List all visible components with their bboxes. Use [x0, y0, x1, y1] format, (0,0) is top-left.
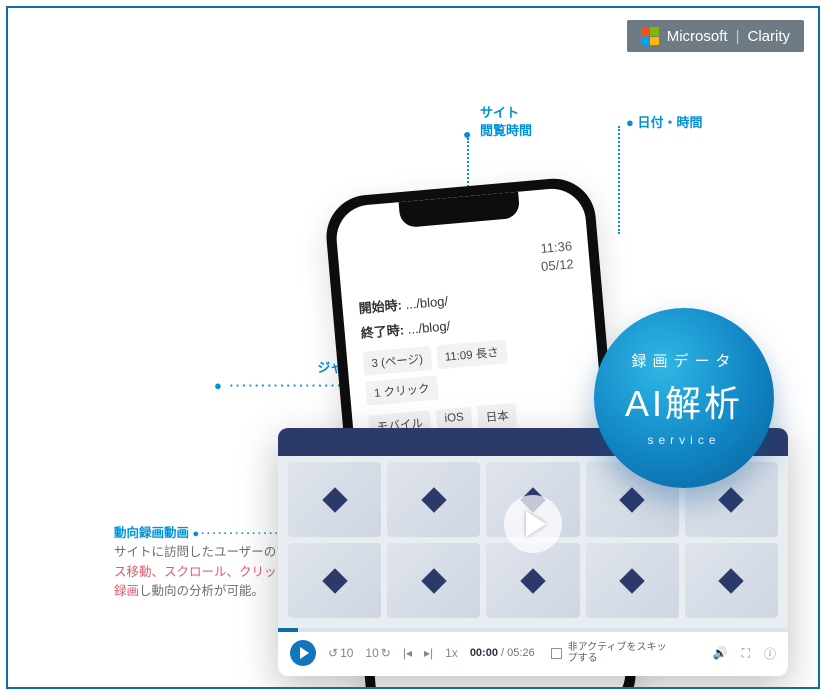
- play-icon: [300, 647, 309, 659]
- progress-bar[interactable]: [278, 628, 788, 632]
- player-controls: ↺10 10↻ |◂ ▸| 1x 00:00 / 05:26 非アクティブをスキ…: [278, 632, 788, 676]
- progress-fill: [278, 628, 298, 632]
- player-thumb: [387, 543, 480, 618]
- anno-recording: 動向録画動画 ●··············· サイトに訪問したユーザーのマウス…: [114, 524, 304, 602]
- next-button[interactable]: ▸|: [424, 646, 433, 660]
- ai-badge: 録画データ AI解析 service: [594, 308, 774, 488]
- time-current: 00:00: [470, 647, 498, 659]
- volume-button[interactable]: 🔊: [713, 646, 728, 660]
- brand-separator: |: [736, 28, 740, 45]
- play-overlay-button[interactable]: [504, 495, 562, 553]
- phone-end-value: .../blog/: [407, 318, 451, 337]
- phone-date: 05/12: [540, 255, 574, 276]
- ai-badge-line1: 録画データ: [631, 350, 736, 371]
- time-display: 00:00 / 05:26: [470, 647, 535, 659]
- player-thumb: [586, 543, 679, 618]
- phone-session-rows: 開始時: .../blog/ 終了時: .../blog/ 3 (ページ) 11…: [358, 279, 588, 439]
- info-button[interactable]: ⓘ: [764, 645, 776, 662]
- ai-badge-line2: AI解析: [625, 375, 743, 427]
- play-button[interactable]: [290, 640, 316, 666]
- anno-datetime-text: 日付・時間: [637, 115, 702, 130]
- leader-recording: ●···············: [193, 526, 287, 543]
- anno-site-time: サイト 閲覧時間: [480, 104, 532, 139]
- rewind-button[interactable]: ↺10: [328, 646, 353, 660]
- player-thumb: [288, 543, 381, 618]
- microsoft-logo-icon: [641, 27, 659, 45]
- anno-recording-post: し動向の分析が可能。: [139, 584, 264, 598]
- chip-length: 11:09 長さ: [436, 339, 508, 369]
- anno-recording-pre: サイトに訪問したユーザーの: [114, 545, 276, 559]
- brand-company: Microsoft: [667, 28, 728, 45]
- player-thumb: [288, 462, 381, 537]
- anno-datetime: ● 日付・時間: [626, 114, 703, 132]
- phone-end-label: 終了時:: [360, 322, 404, 341]
- leader-datetime: [618, 126, 620, 234]
- outer-frame: Microsoft | Clarity サイト 閲覧時間 ● 日付・時間 ● ペ…: [6, 6, 820, 689]
- leader-dot-site: ●: [463, 126, 473, 142]
- phone-notch: [399, 192, 521, 228]
- skip-inactive-label: 非アクティブをスキップする: [568, 642, 668, 665]
- phone-start-label: 開始時:: [358, 297, 402, 316]
- fullscreen-button[interactable]: ⛶: [742, 646, 750, 661]
- chip-pages: 3 (ページ): [362, 346, 431, 376]
- ms-clarity-badge: Microsoft | Clarity: [627, 20, 804, 52]
- rewind-amount: 10: [340, 646, 353, 660]
- skip-inactive-toggle[interactable]: 非アクティブをスキップする: [551, 642, 668, 665]
- prev-button[interactable]: |◂: [403, 646, 412, 660]
- chip-country: 日本: [477, 403, 518, 430]
- brand-product: Clarity: [747, 28, 790, 45]
- phone-chip-row-1: 3 (ページ) 11:09 長さ 1 クリック: [362, 333, 584, 406]
- play-icon: [526, 511, 546, 537]
- phone-start-value: .../blog/: [405, 293, 449, 312]
- phone-datetime: 11:36 05/12: [539, 237, 575, 276]
- player-thumb: [486, 543, 579, 618]
- player-thumb: [387, 462, 480, 537]
- speed-button[interactable]: 1x: [445, 646, 458, 660]
- time-total: 05:26: [507, 647, 535, 659]
- forward-button[interactable]: 10↻: [365, 646, 390, 660]
- player-thumb: [685, 543, 778, 618]
- ai-badge-line3: service: [647, 433, 720, 447]
- checkbox-icon: [551, 648, 562, 659]
- chip-clicks: 1 クリック: [365, 376, 438, 406]
- anno-recording-title: 動向録画動画: [114, 526, 189, 540]
- forward-amount: 10: [365, 646, 378, 660]
